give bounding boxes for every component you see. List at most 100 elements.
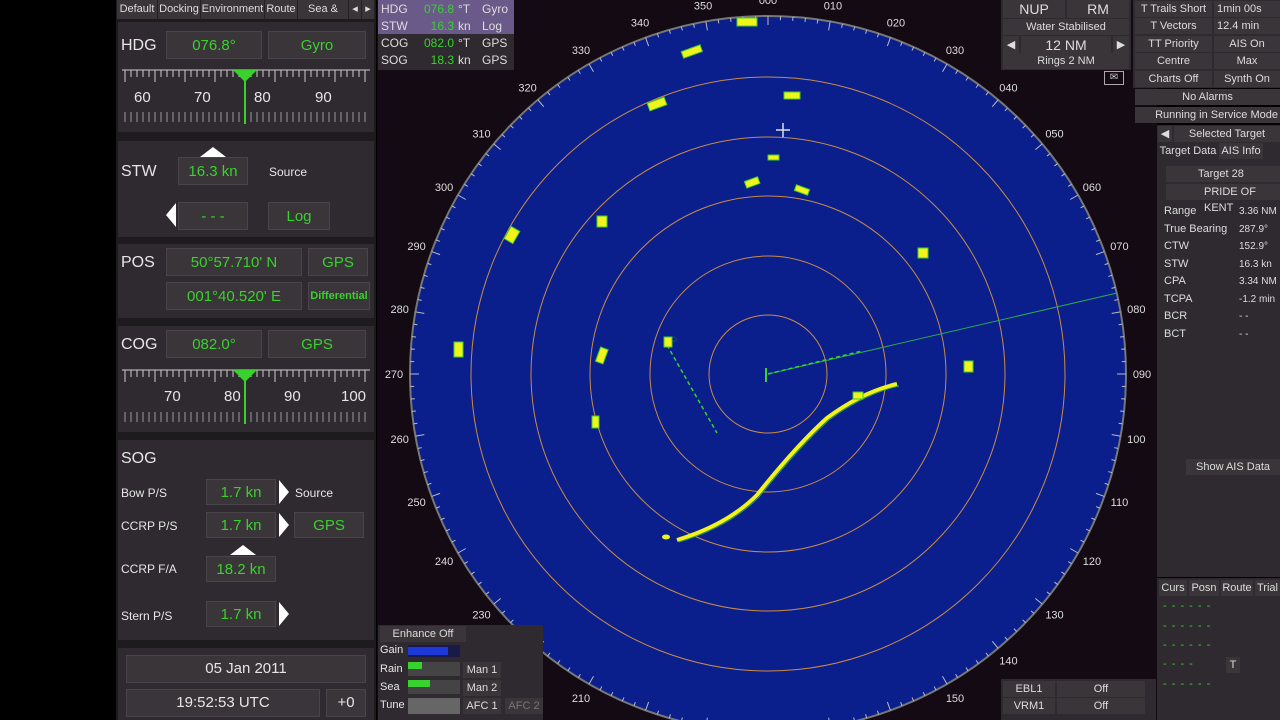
tab-sea-pip[interactable]: Sea & PIP (298, 0, 349, 34)
nup-button[interactable]: NUP (1003, 0, 1065, 18)
bow-ps-label: Bow P/S (121, 486, 168, 500)
cog-source: GPS (301, 336, 333, 353)
bearing-label: 150 (946, 693, 964, 705)
afc1-button[interactable]: AFC 1 (463, 698, 501, 714)
max-button[interactable]: Max (1214, 53, 1280, 69)
afc2-button[interactable]: AFC 2 (505, 698, 543, 714)
man1-button[interactable]: Man 1 (463, 662, 501, 678)
synth-button[interactable]: Synth On (1214, 71, 1280, 87)
hdg-scale-label: 80 (254, 89, 271, 106)
bearing-label: 100 (1127, 434, 1145, 446)
bearing-label: 270 (385, 369, 403, 381)
bearing-label: 210 (572, 693, 590, 705)
target-row-label: STW (1164, 257, 1189, 270)
cursor-dash-4: - - - - (1163, 658, 1194, 670)
range-up-icon[interactable]: ▶ (1113, 36, 1129, 54)
bearing-label: 010 (824, 1, 842, 13)
stw-up-arrow-icon[interactable] (200, 147, 226, 157)
ccrp-fa-label: CCRP F/A (121, 562, 177, 576)
bearing-label: 300 (435, 182, 453, 194)
bearing-label: 070 (1110, 241, 1128, 253)
readout-label: COG (381, 36, 409, 50)
tab-scroll-right-icon[interactable]: ▸ (362, 0, 375, 19)
tab-docking[interactable]: Docking (158, 0, 201, 19)
readout-source: GPS (482, 53, 508, 67)
sea-slider[interactable] (408, 680, 460, 694)
cursor-dash-2: - - - - - - (1163, 620, 1212, 632)
pos-lon: 001°40.520' E (187, 288, 281, 305)
stw-left-arrow-icon[interactable] (166, 203, 176, 227)
rings-button[interactable]: Rings 2 NM (1003, 53, 1129, 69)
tt-priority-button[interactable]: TT Priority (1135, 36, 1212, 52)
stabilisation-button[interactable]: Water Stabilised (1003, 19, 1129, 35)
readout-source: GPS (482, 36, 508, 50)
stern-ps-label: Stern P/S (121, 609, 173, 623)
target-row-value: - - (1239, 328, 1249, 340)
ebl-label[interactable]: EBL1 (1003, 681, 1055, 697)
readout-value: 082.0 (423, 36, 454, 50)
bearing-label: 250 (407, 497, 425, 509)
tab-posn[interactable]: Posn (1189, 580, 1219, 596)
tab-route-panel[interactable]: Route (1221, 580, 1253, 596)
target-row-label: CPA (1164, 275, 1186, 287)
target-name-2: PRIDE OF KENT (1166, 184, 1280, 214)
pos-lat-source: GPS (322, 254, 354, 271)
bearing-label: 230 (472, 609, 490, 621)
radar-display[interactable]: ◌ 000 01002003004005006007008009010011012… (377, 0, 1157, 720)
service-mode-status: Running in Service Mode (1135, 107, 1280, 123)
tab-target-data[interactable]: Target Data (1159, 143, 1217, 159)
bearing-label: 040 (999, 82, 1017, 94)
rm-button[interactable]: RM (1067, 0, 1129, 18)
sog-source-label: Source (295, 486, 334, 500)
enhance-button[interactable]: Enhance Off (380, 626, 466, 642)
bearing-label: 030 (946, 45, 964, 57)
tab-route[interactable]: Route (265, 0, 298, 19)
rain-label: Rain (380, 663, 403, 675)
bearing-tick (1118, 323, 1123, 326)
collapse-icon[interactable]: ◀ (1158, 126, 1172, 142)
cog-scale (122, 369, 370, 424)
tab-default[interactable]: Default (117, 0, 158, 19)
tab-trial[interactable]: Trial (1255, 580, 1280, 596)
tune-slider[interactable] (408, 698, 460, 714)
t-button[interactable]: T (1226, 657, 1240, 673)
man2-button[interactable]: Man 2 (463, 680, 501, 696)
bow-ps-arrow-icon[interactable] (279, 480, 289, 504)
bearing-tick (413, 323, 418, 326)
rain-slider[interactable] (408, 662, 460, 676)
hdg-scale-label: 90 (315, 89, 332, 106)
ccrp-fa-up-arrow-icon[interactable] (230, 545, 256, 555)
bearing-label: 080 (1127, 304, 1145, 316)
gain-slider[interactable] (408, 645, 460, 657)
ebl-value[interactable]: Off (1057, 681, 1145, 697)
charts-button[interactable]: Charts Off (1135, 71, 1212, 87)
tab-curs[interactable]: Curs (1159, 580, 1187, 596)
tab-scroll-left-icon[interactable]: ◂ (349, 0, 362, 19)
vectors-button[interactable]: T Vectors (1135, 18, 1212, 34)
tab-ais-info[interactable]: AIS Info (1219, 143, 1263, 159)
show-ais-button[interactable]: Show AIS Data (1186, 459, 1280, 475)
mail-icon[interactable]: ✉ (1104, 71, 1124, 85)
vectors-value: 12.4 min (1214, 18, 1280, 34)
bow-ps-value: 1.7 kn (220, 484, 262, 501)
trails-button[interactable]: T Trails Short (1135, 1, 1212, 17)
ais-on-button[interactable]: AIS On (1214, 36, 1280, 52)
target-row-value: 3.36 NM (1239, 206, 1277, 217)
bearing-tick (816, 19, 819, 24)
readout-value: 076.8 (423, 2, 454, 16)
centre-button[interactable]: Centre (1135, 53, 1212, 69)
tab-environment[interactable]: Environment (201, 0, 265, 19)
readout-value: 18.3 (430, 53, 454, 67)
bearing-label: 350 (694, 1, 712, 13)
ccrp-ps-arrow-icon[interactable] (279, 513, 289, 537)
range-down-icon[interactable]: ◀ (1003, 36, 1019, 54)
vrm-value[interactable]: Off (1057, 698, 1145, 714)
target-row-label: True Bearing (1164, 222, 1228, 235)
target-row-value: 152.9° (1239, 241, 1269, 252)
bearing-label: 340 (631, 18, 649, 30)
hdg-source: Gyro (300, 37, 334, 54)
stern-ps-arrow-icon[interactable] (279, 602, 289, 626)
ccrp-source: GPS (313, 517, 345, 534)
vrm-label[interactable]: VRM1 (1003, 698, 1055, 714)
bearing-label: 240 (435, 556, 453, 568)
